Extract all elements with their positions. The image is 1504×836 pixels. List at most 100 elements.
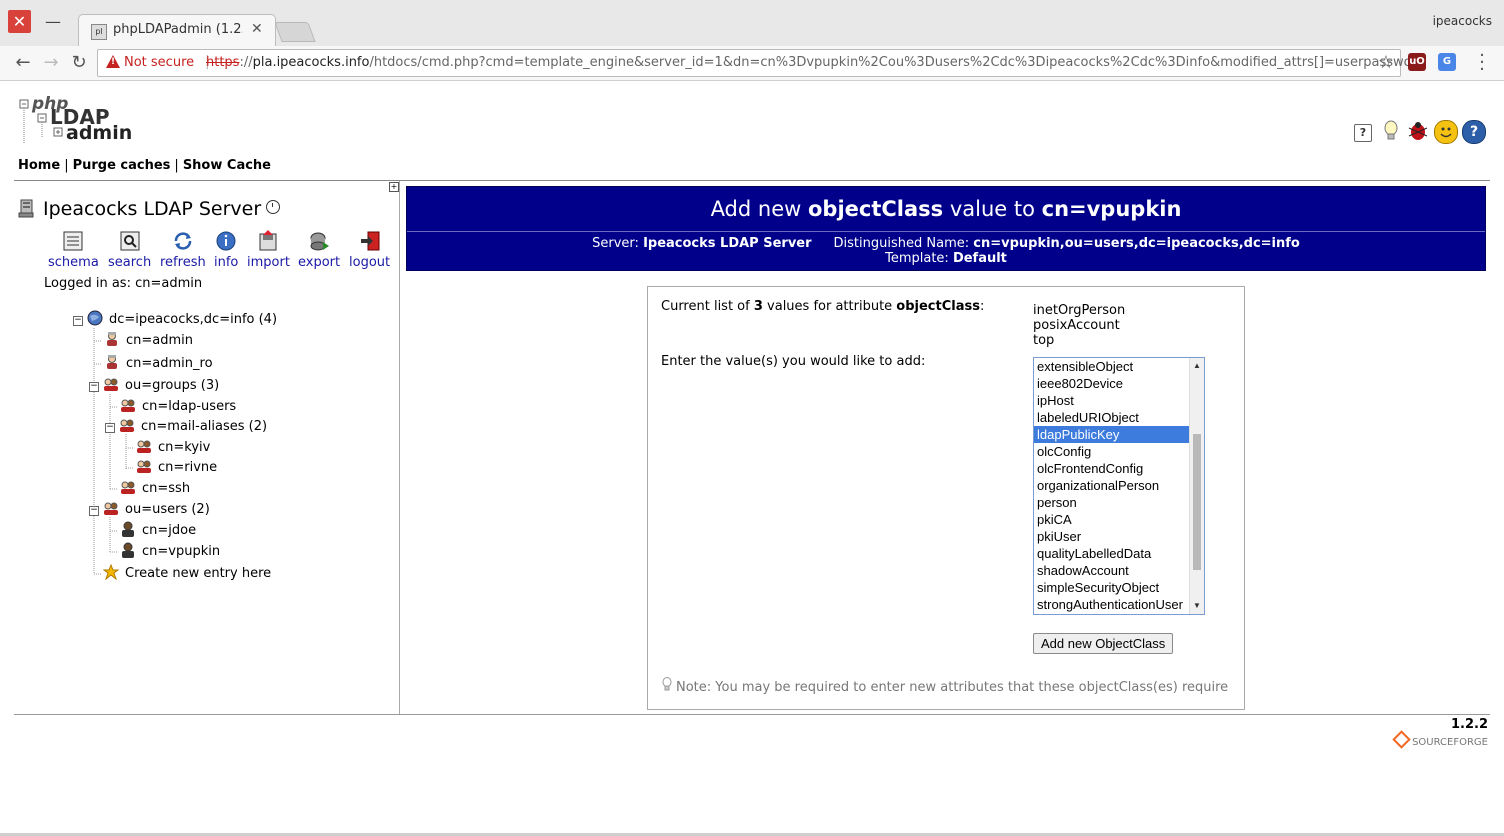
url-text[interactable]: https://pla.ipeacocks.info/htdocs/cmd.ph…: [206, 55, 1425, 70]
tree-node-groups[interactable]: − ou=groups (3): [89, 376, 219, 396]
tree-node-users[interactable]: − ou=users (2): [89, 500, 210, 520]
create-new-entry-label[interactable]: Create new entry here: [125, 566, 271, 581]
listbox-option[interactable]: pkiUser: [1034, 528, 1189, 545]
back-arrow-icon[interactable]: ←: [12, 52, 34, 74]
listbox-option[interactable]: ipHost: [1034, 392, 1189, 409]
import-label: import: [247, 255, 290, 270]
create-new-entry[interactable]: Create new entry here: [103, 564, 271, 584]
bug-icon[interactable]: [1406, 120, 1428, 142]
tree-node-label[interactable]: cn=jdoe: [142, 523, 196, 538]
address-bar[interactable]: ! Not secure | https://pla.ipeacocks.inf…: [97, 49, 1425, 77]
group-icon: [137, 440, 151, 453]
clock-icon[interactable]: [266, 200, 281, 214]
current-values-list: inetOrgPerson posixAccount top: [1033, 303, 1125, 348]
tree-node-ssh[interactable]: cn=ssh: [120, 479, 190, 499]
bookmark-star-icon[interactable]: ☆: [1378, 52, 1394, 73]
tree-root-node[interactable]: − dc=ipeacocks,dc=info (4): [73, 310, 277, 330]
profile-name[interactable]: ipeacocks: [1433, 14, 1492, 28]
tree-node-jdoe[interactable]: cn=jdoe: [120, 521, 196, 541]
tree-node-ldap-users[interactable]: cn=ldap-users: [120, 397, 236, 417]
scrollbar-thumb[interactable]: [1193, 434, 1201, 570]
collapse-toggle-icon[interactable]: −: [89, 506, 99, 516]
logout-icon: [360, 231, 380, 251]
title-prefix: Add new: [710, 197, 808, 221]
listbox-option[interactable]: qualityLabelledData: [1034, 545, 1189, 562]
listbox-option-selected[interactable]: ldapPublicKey: [1034, 426, 1189, 443]
tree-node-label[interactable]: cn=vpupkin: [142, 544, 220, 559]
page-banner: Add new objectClass value to cn=vpupkin …: [406, 186, 1486, 271]
title-dn: cn=vpupkin: [1041, 197, 1182, 221]
purge-caches-link[interactable]: Purge caches: [73, 158, 171, 173]
window-minimize-icon[interactable]: —: [42, 14, 64, 30]
reload-icon[interactable]: ↻: [68, 52, 90, 74]
logout-action[interactable]: logout: [349, 230, 390, 270]
question-icon[interactable]: ?: [1462, 120, 1486, 144]
tree-node-label[interactable]: cn=admin: [126, 333, 193, 348]
search-label: search: [108, 255, 152, 270]
browser-tab[interactable]: pl phpLDAPadmin (1.2.2) ✕: [78, 14, 276, 47]
tree-node-mail-aliases[interactable]: − cn=mail-aliases (2): [105, 417, 267, 437]
sourceforge-label: SOURCEFORGE: [1412, 737, 1488, 748]
scroll-up-arrow-icon[interactable]: ▲: [1190, 360, 1204, 372]
export-action[interactable]: export: [298, 230, 340, 270]
listbox-option[interactable]: pkiCA: [1034, 511, 1189, 528]
tree-node-label[interactable]: cn=ssh: [142, 481, 190, 496]
tree-node-label[interactable]: ou=users (2): [125, 502, 210, 517]
objectclass-listbox[interactable]: extensibleObject ieee802Device ipHost la…: [1033, 357, 1205, 615]
refresh-action[interactable]: refresh: [160, 230, 206, 270]
sourceforge-logo[interactable]: SOURCEFORGE: [1392, 730, 1488, 749]
help-icon[interactable]: ?: [1354, 124, 1372, 142]
dn-label: Distinguished Name:: [833, 236, 974, 251]
info-action[interactable]: info: [214, 230, 238, 270]
add-objectclass-button[interactable]: Add new ObjectClass: [1033, 633, 1174, 654]
collapse-toggle-icon[interactable]: −: [73, 316, 83, 326]
smiley-icon[interactable]: [1434, 120, 1458, 144]
tree-node-label[interactable]: cn=admin_ro: [126, 356, 213, 371]
page-title: Add new objectClass value to cn=vpupkin: [407, 187, 1485, 232]
listbox-option[interactable]: person: [1034, 494, 1189, 511]
page-subtitle: Server: Ipeacocks LDAP Server Distinguish…: [407, 232, 1485, 270]
schema-action[interactable]: schema: [48, 230, 99, 270]
listbox-option[interactable]: labeledURIObject: [1034, 409, 1189, 426]
sourceforge-icon: [1392, 730, 1411, 749]
not-secure-label[interactable]: Not secure: [124, 55, 194, 70]
tree-node-admin[interactable]: cn=admin: [104, 331, 193, 351]
browser-menu-icon[interactable]: · · ·: [1474, 47, 1490, 79]
tree-root-label[interactable]: dc=ipeacocks,dc=info (4): [109, 312, 277, 327]
lightbulb-icon[interactable]: [1380, 120, 1402, 142]
scroll-down-arrow-icon[interactable]: ▼: [1190, 600, 1204, 612]
window-close-icon[interactable]: ✕: [8, 10, 31, 33]
listbox-option[interactable]: organizationalPerson: [1034, 477, 1189, 494]
listbox-option[interactable]: olcConfig: [1034, 443, 1189, 460]
forward-arrow-icon[interactable]: →: [40, 52, 62, 74]
listbox-option[interactable]: simpleSecurityObject: [1034, 579, 1189, 596]
tree-node-vpupkin[interactable]: cn=vpupkin: [120, 542, 220, 562]
tree-node-label[interactable]: cn=mail-aliases (2): [141, 419, 267, 434]
tree-node-label[interactable]: cn=rivne: [158, 460, 217, 475]
expand-panel-icon[interactable]: +: [389, 182, 399, 192]
tree-node-label[interactable]: cn=kyiv: [158, 440, 210, 455]
tab-close-icon[interactable]: ✕: [251, 21, 263, 37]
tree-node-label[interactable]: cn=ldap-users: [142, 399, 236, 414]
listbox-option[interactable]: extensibleObject: [1034, 358, 1189, 375]
collapse-toggle-icon[interactable]: −: [105, 423, 115, 433]
search-action[interactable]: search: [108, 230, 151, 270]
tree-node-rivne[interactable]: cn=rivne: [136, 458, 217, 478]
listbox-option[interactable]: shadowAccount: [1034, 562, 1189, 579]
collapse-toggle-icon[interactable]: −: [89, 382, 99, 392]
home-link[interactable]: Home: [18, 158, 60, 173]
new-tab-button[interactable]: [274, 22, 316, 42]
ublock-extension-icon[interactable]: uO: [1408, 53, 1426, 71]
phpldapadmin-logo[interactable]: php LDAP admin: [18, 94, 132, 148]
listbox-option[interactable]: olcFrontendConfig: [1034, 460, 1189, 477]
listbox-scrollbar[interactable]: ▲ ▼: [1189, 358, 1204, 614]
template-label: Template:: [885, 251, 953, 266]
listbox-option[interactable]: strongAuthenticationUser: [1034, 596, 1189, 613]
listbox-option[interactable]: ieee802Device: [1034, 375, 1189, 392]
tree-node-label[interactable]: ou=groups (3): [125, 378, 219, 393]
tree-node-kyiv[interactable]: cn=kyiv: [136, 438, 210, 458]
show-cache-link[interactable]: Show Cache: [183, 158, 271, 173]
import-action[interactable]: import: [247, 230, 290, 270]
tree-node-admin-ro[interactable]: cn=admin_ro: [104, 354, 213, 374]
translate-extension-icon[interactable]: G: [1438, 53, 1456, 71]
